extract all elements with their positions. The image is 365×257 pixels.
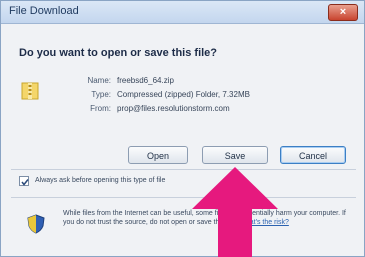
separator (11, 169, 356, 170)
dialog-title: File Download (9, 5, 79, 17)
file-download-dialog: File Download × Do you want to open or s… (0, 0, 365, 257)
from-label: From: (90, 104, 111, 113)
cancel-button[interactable]: Cancel (280, 146, 346, 164)
open-button[interactable]: Open (128, 146, 188, 164)
close-button[interactable]: × (328, 4, 358, 21)
save-button[interactable]: Save (202, 146, 268, 164)
always-ask-checkbox[interactable] (19, 176, 29, 186)
prompt-question: Do you want to open or save this file? (19, 47, 218, 59)
up-arrow-icon (192, 167, 278, 257)
separator (11, 197, 356, 198)
always-ask-label: Always ask before opening this type of f… (35, 177, 166, 184)
checkmark-icon (21, 179, 29, 186)
type-label: Type: (91, 90, 111, 99)
from-value: prop@files.resolutionstorm.com (117, 104, 230, 113)
name-value: freebsd6_64.zip (117, 76, 174, 85)
security-shield-icon (27, 214, 45, 234)
zip-folder-icon (21, 79, 39, 101)
name-label: Name: (87, 76, 111, 85)
title-bar: File Download × (1, 1, 364, 24)
type-value: Compressed (zipped) Folder, 7.32MB (117, 90, 250, 99)
